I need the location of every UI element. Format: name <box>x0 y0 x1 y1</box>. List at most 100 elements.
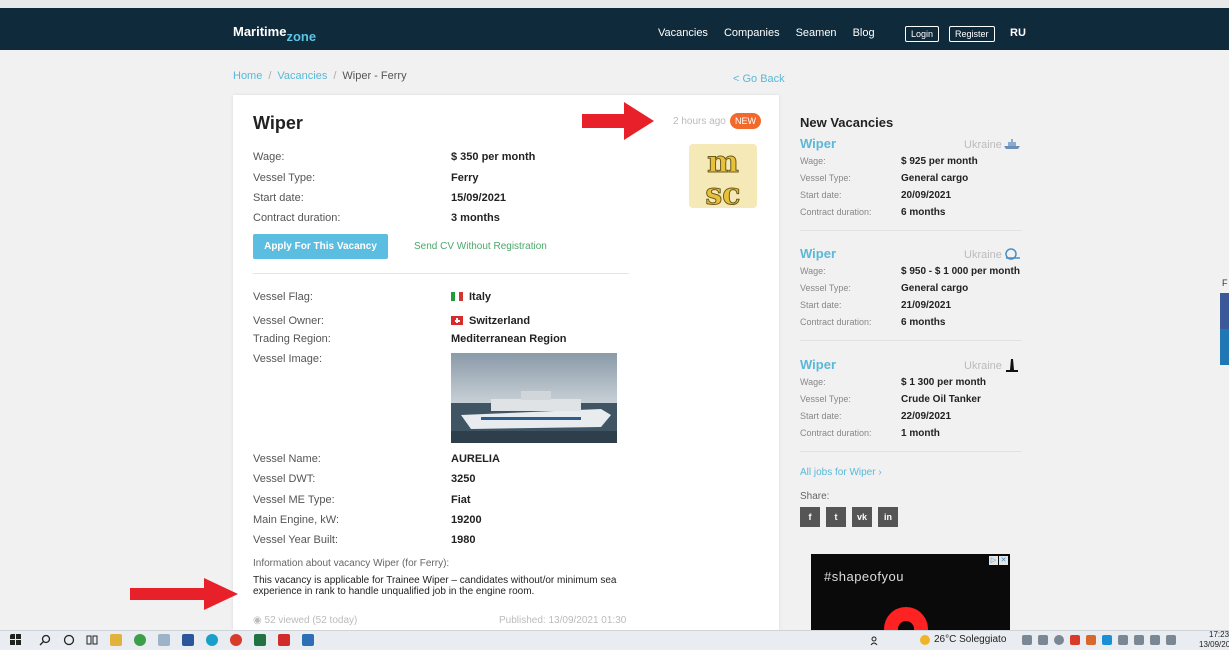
edge-widget-letter: F <box>1222 278 1228 288</box>
site-logo[interactable]: Maritimezone <box>233 24 316 44</box>
sidebar-label: Vessel Type: <box>800 173 851 183</box>
weather-text[interactable]: 26°C Soleggiato <box>934 634 1006 645</box>
field-label: Vessel Type: <box>253 172 316 184</box>
sidebar-value: 6 months <box>901 317 946 328</box>
sidebar-vacancy-1[interactable]: Wiper Ukraine Wage: $ 925 per month Vesse… <box>800 136 1022 240</box>
vessel-image[interactable] <box>451 353 617 443</box>
tray-icon[interactable] <box>1022 635 1032 645</box>
sidebar-value: 1 month <box>901 428 940 439</box>
view-count-text: 52 viewed (52 today) <box>264 615 358 626</box>
tray-icon[interactable] <box>1086 635 1096 645</box>
company-logo-icon <box>1004 139 1020 149</box>
cortana-icon[interactable] <box>63 634 75 646</box>
sidebar-label: Start date: <box>800 190 842 200</box>
field-value: Mediterranean Region <box>451 333 567 345</box>
register-button[interactable]: Register <box>949 26 995 42</box>
paint-icon[interactable] <box>158 634 170 646</box>
windows-start-icon[interactable] <box>10 634 22 646</box>
task-view-icon[interactable] <box>86 634 98 646</box>
sidebar-vacancy-3[interactable]: Wiper Ukraine Wage: $ 1 300 per month Ves… <box>800 357 1022 461</box>
sidebar-label: Wage: <box>800 377 826 387</box>
field-value: Fiat <box>451 494 471 506</box>
sidebar-label: Start date: <box>800 300 842 310</box>
go-back-link[interactable]: < Go Back <box>733 73 785 85</box>
search-icon[interactable] <box>39 634 51 646</box>
sidebar-vacancy-country: Ukraine <box>964 249 1002 261</box>
vacancy-card: Wiper 2 hours ago NEW m sc Wage: $ 350 p… <box>233 95 779 630</box>
tray-icon[interactable] <box>1038 635 1048 645</box>
sidebar-label: Wage: <box>800 156 826 166</box>
login-button[interactable]: Login <box>905 26 940 42</box>
word-icon[interactable] <box>182 634 194 646</box>
sidebar-vacancy-2[interactable]: Wiper Ukraine Wage: $ 950 - $ 1 000 per m… <box>800 246 1022 350</box>
svg-text:m: m <box>707 145 739 180</box>
vk-icon[interactable]: vk <box>852 507 872 527</box>
nav-link-companies[interactable]: Companies <box>724 27 780 39</box>
switzerland-flag-icon <box>451 316 463 325</box>
chrome-profile-icon[interactable] <box>230 634 242 646</box>
nav-link-seamen[interactable]: Seamen <box>796 27 837 39</box>
language-switch[interactable]: RU <box>1010 27 1026 39</box>
network-icon[interactable] <box>1134 635 1144 645</box>
all-jobs-link[interactable]: All jobs for Wiper › <box>800 467 882 478</box>
facebook-icon[interactable]: f <box>800 507 820 527</box>
field-value: 3 months <box>451 212 500 224</box>
linkedin-icon[interactable]: in <box>878 507 898 527</box>
field-label: Vessel DWT: <box>253 473 316 485</box>
nav-link-blog[interactable]: Blog <box>853 27 875 39</box>
chrome-icon[interactable] <box>134 634 146 646</box>
bluetooth-icon[interactable] <box>1102 635 1112 645</box>
sidebar-label: Contract duration: <box>800 207 872 217</box>
edge-share-bar[interactable] <box>1220 293 1229 329</box>
sidebar-value: 21/09/2021 <box>901 300 952 311</box>
apply-button[interactable]: Apply For This Vacancy <box>253 234 388 259</box>
volume-icon[interactable] <box>1166 635 1176 645</box>
tray-icon[interactable] <box>1070 635 1080 645</box>
tray-icon[interactable] <box>1118 635 1128 645</box>
excel-icon[interactable] <box>254 634 266 646</box>
field-label: Vessel Year Built: <box>253 534 339 546</box>
breadcrumb-vacancies[interactable]: Vacancies <box>277 70 327 82</box>
edge-icon[interactable] <box>206 634 218 646</box>
published-date: Published: 13/09/2021 01:30 <box>499 615 627 626</box>
msc-logo: m sc <box>689 144 757 212</box>
battery-icon[interactable] <box>1150 635 1160 645</box>
sidebar-title: New Vacancies <box>800 115 894 130</box>
breadcrumb-home[interactable]: Home <box>233 70 262 82</box>
photos-icon[interactable] <box>302 634 314 646</box>
vacancy-title: Wiper <box>253 113 303 133</box>
twitter-icon[interactable]: t <box>826 507 846 527</box>
nav-link-vacancies[interactable]: Vacancies <box>658 27 708 39</box>
sidebar-vacancy-country: Ukraine <box>964 139 1002 151</box>
field-value: 19200 <box>451 514 482 526</box>
logo-main-text: Maritime <box>233 24 287 39</box>
ad-close-icon[interactable]: ✕ <box>999 556 1008 565</box>
weather-sun-icon <box>920 635 930 645</box>
field-value: 1980 <box>451 534 476 546</box>
people-icon[interactable] <box>870 634 880 646</box>
file-explorer-icon[interactable] <box>110 634 122 646</box>
field-label: Trading Region: <box>253 333 331 345</box>
sidebar-label: Vessel Type: <box>800 283 851 293</box>
field-label: Vessel Flag: <box>253 291 313 303</box>
send-cv-link[interactable]: Send CV Without Registration <box>414 241 547 252</box>
ad-choices[interactable]: ▷ ✕ <box>989 556 1008 565</box>
sidebar-vacancy-title[interactable]: Wiper <box>800 136 836 151</box>
ad-graphic <box>884 607 928 630</box>
sidebar-label: Contract duration: <box>800 428 872 438</box>
ad-info-icon[interactable]: ▷ <box>989 556 998 565</box>
edge-share-bar[interactable] <box>1220 329 1229 365</box>
sidebar-vacancy-title[interactable]: Wiper <box>800 246 836 261</box>
advertisement[interactable]: ▷ ✕ #shapeofyou <box>811 554 1010 630</box>
field-value: 3250 <box>451 473 476 485</box>
time-ago: 2 hours ago <box>673 116 726 127</box>
divider <box>800 230 1022 231</box>
tray-icon[interactable] <box>1054 635 1064 645</box>
sidebar-vacancy-title[interactable]: Wiper <box>800 357 836 372</box>
info-heading: Information about vacancy Wiper (for Fer… <box>253 558 450 569</box>
new-badge: NEW <box>730 113 761 129</box>
divider <box>253 273 629 274</box>
field-label: Vessel Image: <box>253 353 323 365</box>
taskbar-clock[interactable]: 17:23 13/09/2021 <box>1199 630 1229 650</box>
acrobat-icon[interactable] <box>278 634 290 646</box>
